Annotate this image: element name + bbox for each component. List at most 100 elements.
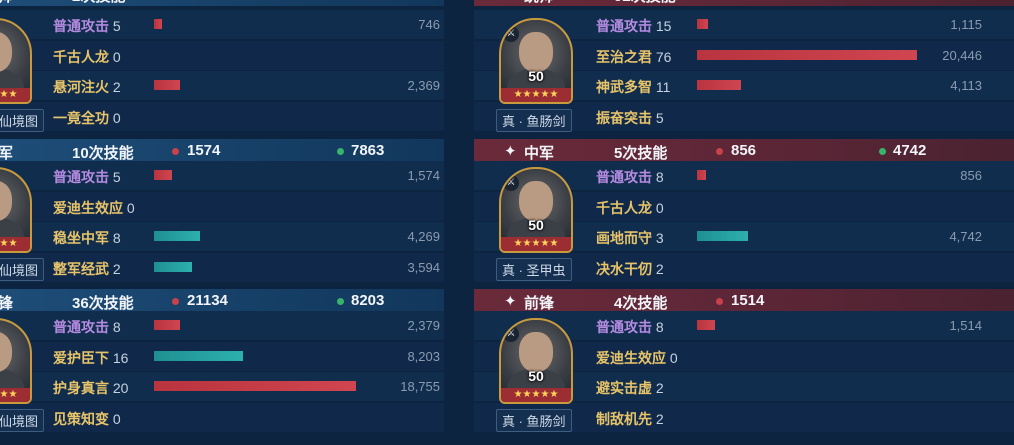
- skill-label: 悬河注火: [53, 79, 109, 95]
- skill-label: 千古人龙: [596, 199, 652, 216]
- block-header: ✦ 统帅 92次技能 23674: [474, 0, 1014, 6]
- skill-row: 见策知变 0: [0, 402, 444, 432]
- skill-label: 决水干仞: [596, 260, 652, 277]
- heal-total: 8203: [351, 292, 385, 309]
- skill-name: 至治之君 76: [596, 47, 671, 67]
- weapon-tag[interactable]: 真 · 鱼肠剑: [496, 109, 572, 132]
- skill-row: 稳坐中军 8 4,269: [0, 222, 444, 251]
- skill-label: 整军经武: [53, 260, 109, 277]
- general-level: 50: [528, 68, 544, 84]
- skill-value: 2,379: [407, 318, 440, 333]
- heal-bar: [697, 231, 748, 241]
- skill-value: 20,446: [942, 47, 982, 63]
- skill-value: 1,115: [950, 17, 982, 32]
- role-label: 锋: [0, 295, 14, 312]
- damage-total: 856: [731, 142, 757, 159]
- general-portrait[interactable]: ⚔ 50 ★★★★★: [499, 18, 573, 104]
- portrait-face: [0, 32, 12, 72]
- skill-name: 普通攻击 5: [53, 167, 121, 187]
- troop-type-icon: ⚔: [503, 326, 519, 342]
- damage-dot-icon: [172, 148, 179, 155]
- skill-label: 普通攻击: [596, 18, 652, 34]
- skill-name: 普通攻击 15: [596, 16, 671, 36]
- damage-bar: [154, 381, 356, 391]
- general-portrait[interactable]: ⚔ 50 ★★★★★: [499, 318, 573, 404]
- left-team-panel: 帅2次技能3113普通攻击 5746千古人龙 0悬河注火 22,369一竟全功 …: [0, 0, 444, 445]
- skill-use-count: 0: [112, 410, 121, 427]
- damage-total: 1574: [187, 142, 221, 159]
- block-header: ✦ 中军 5次技能 856 4742: [474, 139, 1014, 163]
- skill-use-count: 2: [112, 79, 121, 95]
- skill-label: 普通攻击: [53, 18, 109, 34]
- role-label: 中军: [524, 145, 555, 162]
- skill-count: 92次技能: [614, 0, 676, 6]
- troop-type-icon: ⚔: [503, 175, 519, 191]
- star-rating-icon: ★★★★★: [0, 88, 30, 102]
- skill-value: 856: [960, 168, 982, 183]
- skill-label: 稳坐中军: [53, 230, 109, 246]
- skill-label: 画地而守: [596, 230, 652, 246]
- skill-name: 千古人龙 0: [596, 198, 664, 218]
- role-label: 帅: [0, 0, 13, 6]
- skill-name: 见策知变 0: [53, 409, 121, 429]
- skill-use-count: 11: [655, 79, 671, 95]
- damage-bar: [154, 320, 180, 330]
- skill-row: 千古人龙 0: [0, 40, 444, 70]
- star-rating-icon: ★★★★★: [501, 388, 571, 402]
- portrait-face: [0, 332, 12, 372]
- skill-use-count: 5: [112, 18, 121, 34]
- skill-use-count: 0: [126, 199, 135, 216]
- skill-count: 4次技能: [614, 295, 668, 312]
- heal-dot-icon: [337, 298, 344, 305]
- damage-bar: [697, 170, 706, 180]
- damage-total: 1514: [731, 292, 765, 309]
- weapon-tag[interactable]: 真 · 鱼肠剑: [496, 409, 572, 432]
- role-marker-icon: ✦: [504, 143, 517, 160]
- weapon-tag[interactable]: 仙境图: [0, 258, 45, 281]
- damage-total: 21134: [187, 292, 228, 309]
- skill-label: 普通攻击: [596, 169, 652, 185]
- skill-use-count: 8: [655, 319, 664, 335]
- damage-total: 3113: [187, 0, 220, 2]
- skill-name: 整军经武 2: [53, 259, 121, 279]
- weapon-tag[interactable]: 仙境图: [0, 409, 45, 432]
- general-portrait[interactable]: ⚔ 50 ★★★★★: [499, 167, 573, 253]
- damage-total: 23674: [731, 0, 773, 2]
- skill-label: 见策知变: [53, 410, 109, 427]
- damage-dot-icon: [716, 298, 723, 305]
- damage-bar: [697, 49, 917, 60]
- skill-name: 普通攻击 5: [53, 16, 121, 36]
- skill-label: 避实击虚: [596, 380, 652, 396]
- damage-bar: [154, 19, 162, 29]
- skill-use-count: 5: [112, 169, 121, 185]
- skill-row: 爱护臣下 16 8,203: [0, 341, 444, 371]
- heal-total: 7863: [351, 142, 385, 159]
- block-header: 军 10次技能 1574 7863: [0, 139, 444, 163]
- skill-name: 普通攻击 8: [596, 317, 664, 337]
- heal-dot-icon: [337, 148, 344, 155]
- skill-name: 普通攻击 8: [53, 317, 121, 337]
- skill-name: 爱迪生效应 0: [53, 198, 135, 218]
- heal-total: 4742: [893, 142, 927, 159]
- skill-name: 稳坐中军 8: [53, 228, 121, 248]
- role-label: 前锋: [524, 295, 555, 312]
- skill-label: 护身真言: [53, 380, 109, 396]
- damage-dot-icon: [716, 148, 723, 155]
- right-team-panel: ✦ 统帅 92次技能 23674 普通攻击 15 1,115 至治之君 76 20,446 神武…: [474, 0, 1014, 445]
- weapon-tag[interactable]: 真 · 圣甲虫: [496, 258, 572, 281]
- damage-bar: [697, 80, 741, 90]
- skill-use-count: 3: [655, 230, 664, 246]
- skill-label: 爱迪生效应: [53, 199, 123, 216]
- role-marker-icon: ✦: [504, 0, 517, 3]
- skill-use-count: 0: [112, 48, 121, 65]
- skill-label: 千古人龙: [53, 48, 109, 65]
- block-header: ✦ 前锋 4次技能 1514: [474, 289, 1014, 313]
- skill-label: 普通攻击: [53, 319, 109, 335]
- skill-use-count: 15: [655, 18, 672, 34]
- skill-row: 一竟全功 0: [0, 101, 444, 131]
- skill-use-count: 16: [112, 349, 129, 366]
- portrait-face: [0, 181, 12, 221]
- weapon-tag[interactable]: 仙境图: [0, 109, 45, 132]
- role-label: 军: [0, 145, 14, 162]
- skill-name: 悬河注火 2: [53, 77, 121, 97]
